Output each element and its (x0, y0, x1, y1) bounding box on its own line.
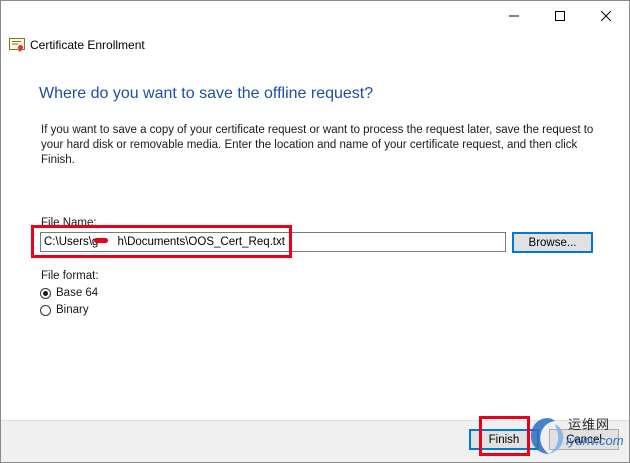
radio-base64-label: Base 64 (56, 287, 99, 299)
redaction-mark (94, 238, 108, 243)
title-bar[interactable] (1, 1, 629, 31)
radio-binary-indicator[interactable] (40, 304, 51, 316)
browse-button[interactable]: Browse... (512, 232, 593, 253)
radio-base64[interactable]: Base 64 (40, 287, 98, 299)
close-icon (601, 11, 611, 21)
minimize-button[interactable] (491, 1, 537, 31)
cancel-button[interactable]: Cancel (549, 429, 619, 450)
page-heading: Where do you want to save the offline re… (39, 85, 374, 102)
certificate-icon (9, 38, 25, 52)
radio-binary[interactable]: Binary (40, 304, 89, 316)
app-title: Certificate Enrollment (30, 38, 145, 52)
finish-button[interactable]: Finish (469, 429, 539, 450)
radio-base64-indicator[interactable] (40, 287, 51, 299)
certificate-enrollment-window: Certificate Enrollment Where do you want… (0, 0, 630, 463)
page-description: If you want to save a copy of your certi… (41, 124, 594, 166)
file-format-label: File format: (41, 270, 99, 282)
maximize-button[interactable] (537, 1, 583, 31)
maximize-icon (555, 11, 565, 21)
radio-binary-label: Binary (56, 304, 89, 316)
file-name-label: File Name: (41, 217, 97, 229)
close-button[interactable] (583, 1, 629, 31)
file-name-input[interactable] (40, 232, 506, 252)
minimize-icon (509, 15, 519, 17)
app-header: Certificate Enrollment (1, 31, 629, 59)
